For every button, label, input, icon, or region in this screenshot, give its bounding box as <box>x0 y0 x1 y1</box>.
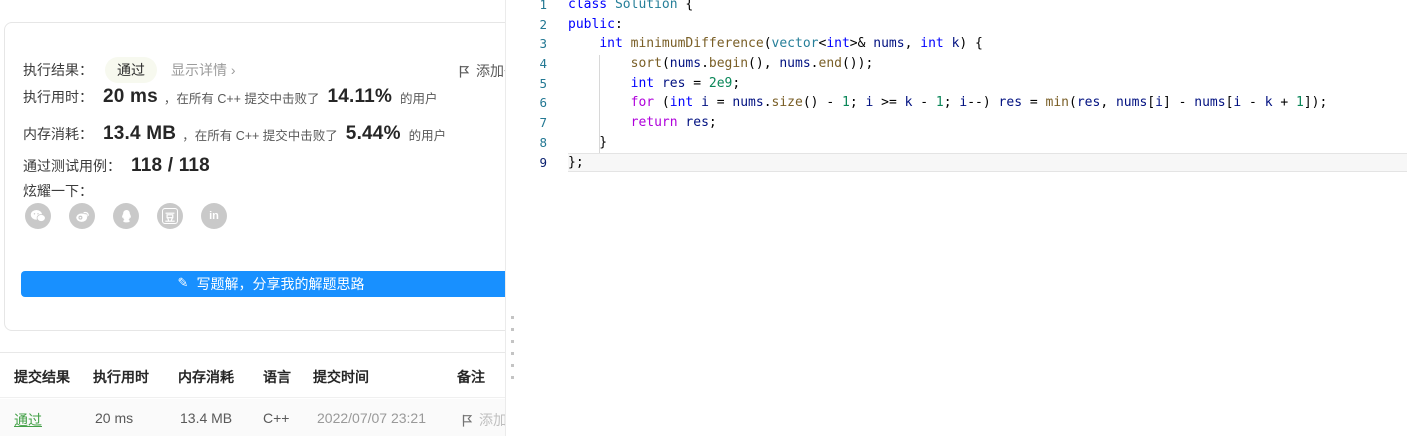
line-number: 3 <box>539 36 547 52</box>
submission-time: 2022/07/07 23:21 <box>317 410 426 426</box>
submissions-table-header: 提交结果 执行用时 内存消耗 语言 提交时间 备注 <box>0 353 505 398</box>
submission-result-link[interactable]: 通过 <box>14 410 42 430</box>
memory-value: 13.4 MB <box>103 123 177 144</box>
code-editor[interactable]: 1 class Solution { 2 public: 3 int minimumDi… <box>519 0 1407 436</box>
drag-dot <box>511 340 514 343</box>
submission-memory: 13.4 MB <box>180 410 233 426</box>
code-line[interactable]: 6 for (int i = nums.size() - 1; i >= k -… <box>519 93 1407 113</box>
code-line[interactable]: 3 int minimumDifference(vector<int>& num… <box>519 34 1407 54</box>
code-line-text: class Solution { <box>568 0 694 12</box>
pencil-icon: ✎ <box>177 275 189 290</box>
table-row: 通过 20 ms 13.4 MB C++ 2022/07/07 23:21 添加 <box>0 399 506 436</box>
col-memory: 内存消耗 <box>178 369 234 385</box>
code-line-text: }; <box>568 152 1407 173</box>
code-line[interactable]: 1 class Solution { <box>519 0 1407 15</box>
share-icons: 豆 in <box>25 203 227 229</box>
share-label: 炫耀一下： <box>23 183 93 199</box>
row-add-note-label: 添加 <box>479 412 506 428</box>
flag-icon <box>460 413 474 428</box>
write-solution-button[interactable]: ✎ 写题解，分享我的解题思路 <box>21 271 505 297</box>
memory-label: 内存消耗： <box>23 126 93 142</box>
drag-dot <box>511 376 514 379</box>
weibo-icon[interactable] <box>69 203 95 229</box>
douban-glyph: 豆 <box>162 208 178 224</box>
code-lines: 1 class Solution { 2 public: 3 int minimumDi… <box>519 0 1407 173</box>
code-line[interactable]: 7 return res; <box>519 113 1407 133</box>
submission-runtime: 20 ms <box>95 410 134 426</box>
page: 执行结果： 通过 显示详情 › 添加备注 执行用时： 20 ms ，在所有 C+… <box>0 0 1407 436</box>
code-line[interactable]: 9}; <box>519 152 1407 173</box>
runtime-percent: 14.11% <box>327 86 393 107</box>
col-runtime: 执行用时 <box>93 369 149 385</box>
runtime-desc-suffix: 的用户 <box>400 91 438 106</box>
write-solution-label: 写题解，分享我的解题思路 <box>196 276 365 292</box>
code-line-text: return res; <box>630 115 717 131</box>
col-note: 备注 <box>457 369 485 385</box>
code-line[interactable]: 4 sort(nums.begin(), nums.end()); <box>519 54 1407 74</box>
code-line-text: sort(nums.begin(), nums.end()); <box>630 56 874 72</box>
pane-resize-handle[interactable] <box>506 0 519 436</box>
runtime-label: 执行用时： <box>23 89 93 105</box>
code-line-text: int minimumDifference(vector<int>& nums,… <box>599 36 983 52</box>
line-number: 8 <box>539 134 547 150</box>
line-number: 6 <box>539 95 547 111</box>
code-line-text: for (int i = nums.size() - 1; i >= k - 1… <box>630 95 1328 111</box>
line-number: 2 <box>539 16 547 32</box>
douban-icon[interactable]: 豆 <box>157 203 183 229</box>
testcases-label: 通过测试用例： <box>23 158 121 174</box>
memory-desc: ，在所有 C++ 提交中击败了 <box>182 128 338 143</box>
execution-result-card: 执行结果： 通过 显示详情 › 添加备注 执行用时： 20 ms ，在所有 C+… <box>4 22 505 331</box>
memory-percent: 5.44% <box>345 123 401 144</box>
line-number: 4 <box>539 56 547 72</box>
runtime-value: 20 ms <box>103 86 158 107</box>
col-language: 语言 <box>263 369 291 385</box>
code-line-text: int res = 2e9; <box>630 75 741 91</box>
code-line[interactable]: 5 int res = 2e9; <box>519 74 1407 94</box>
col-result: 提交结果 <box>14 369 70 385</box>
qq-icon[interactable] <box>113 203 139 229</box>
runtime-desc: ，在所有 C++ 提交中击败了 <box>163 91 320 106</box>
line-number: 7 <box>539 115 547 131</box>
linkedin-icon[interactable]: in <box>201 203 227 229</box>
code-line[interactable]: 8 } <box>519 133 1407 153</box>
testcases-value: 118 / 118 <box>131 155 210 176</box>
drag-dot <box>511 352 514 355</box>
submissions-table: 提交结果 执行用时 内存消耗 语言 提交时间 备注 通过 20 ms 13.4 … <box>0 352 506 436</box>
memory-desc-suffix: 的用户 <box>408 128 447 143</box>
drag-dot <box>511 364 514 367</box>
row-add-note-button[interactable]: 添加 <box>460 410 506 430</box>
code-line[interactable]: 2 public: <box>519 15 1407 35</box>
code-line-text: public: <box>568 16 623 32</box>
drag-dot <box>511 316 514 319</box>
line-number: 5 <box>539 75 547 91</box>
linkedin-glyph: in <box>209 210 219 222</box>
col-time: 提交时间 <box>313 369 369 385</box>
line-number: 1 <box>539 0 547 12</box>
submission-language: C++ <box>263 410 290 426</box>
line-number: 9 <box>539 154 547 170</box>
share-row: 炫耀一下： <box>23 178 505 204</box>
code-line-text: } <box>568 134 608 150</box>
wechat-icon[interactable] <box>25 203 51 229</box>
result-pane: 执行结果： 通过 显示详情 › 添加备注 执行用时： 20 ms ，在所有 C+… <box>0 0 506 436</box>
drag-dot <box>511 328 514 331</box>
